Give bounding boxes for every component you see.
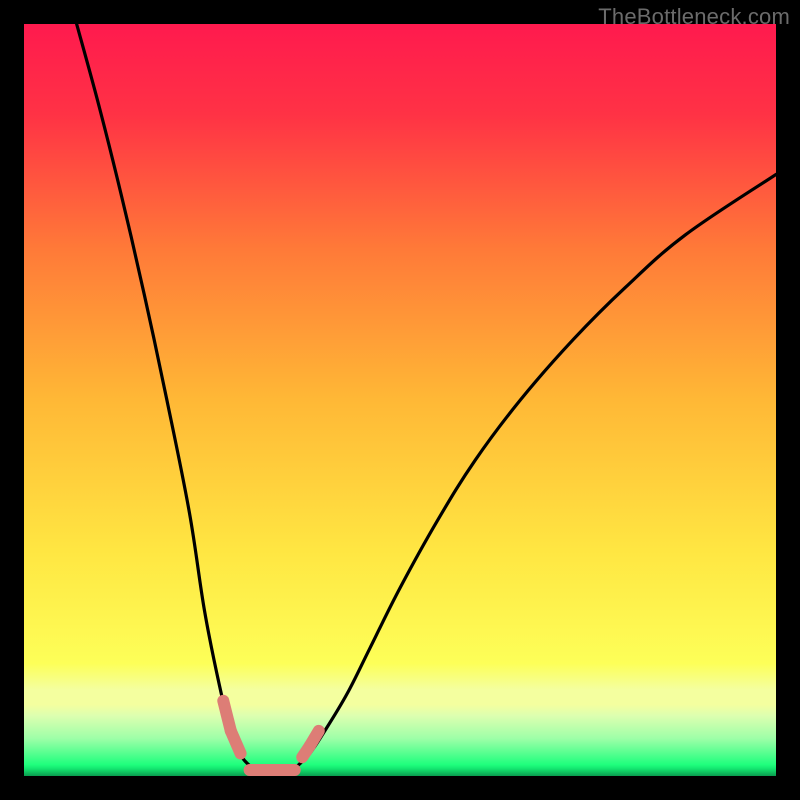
gradient-background (24, 24, 776, 776)
watermark-text: TheBottleneck.com (598, 4, 790, 30)
chart-canvas (24, 24, 776, 776)
curve (310, 731, 319, 746)
chart-frame (24, 24, 776, 776)
